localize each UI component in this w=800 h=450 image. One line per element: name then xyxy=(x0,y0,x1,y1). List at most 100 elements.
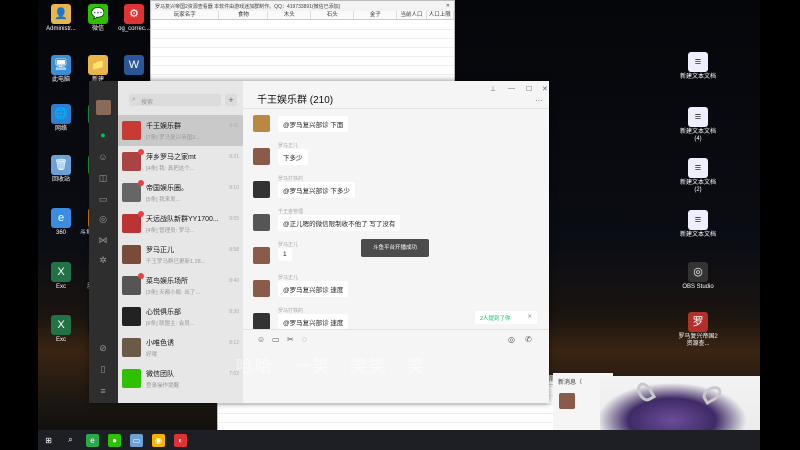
conversation-time: 9:05 xyxy=(229,216,239,222)
app-icon[interactable]: ◐ xyxy=(174,433,187,447)
avatar[interactable] xyxy=(253,214,270,231)
text-file-icon: ≡ xyxy=(688,158,708,178)
conversation-name: 罗马正儿 xyxy=(146,246,174,254)
message-bubble[interactable]: @正儿嗯的微信限制收不他了 写了没有 xyxy=(278,215,401,231)
message-bubble[interactable]: @罗马复兴部诊 速度 xyxy=(278,314,349,330)
conversation-list: ⌕ 搜索 + 千王娱乐群 [7条] 罗马复兴帝国2... 9:41 萍乡罗马之家mt [4… xyxy=(118,81,243,403)
conversation-item[interactable]: 千王娱乐群 [7条] 罗马复兴帝国2... 9:41 xyxy=(118,115,243,146)
right-letterbox xyxy=(760,0,800,450)
conversation-item[interactable]: 萍乡罗马之家mt [4条] 我: 真把这个... 9:21 xyxy=(118,146,243,177)
message-sender: 罗马正儿 xyxy=(278,275,299,281)
browser-icon[interactable]: e xyxy=(86,433,99,447)
message-bubble[interactable]: 1 xyxy=(278,248,292,261)
moments-icon[interactable]: ◎ xyxy=(96,212,110,226)
wechat-icon[interactable]: ● xyxy=(108,433,121,447)
pin-icon[interactable]: ⊥ xyxy=(490,85,496,93)
mention-notification[interactable]: 2人提到了你 ✕ xyxy=(475,311,537,324)
column-header: 人口上限 xyxy=(427,11,454,19)
channels-icon[interactable]: ✲ xyxy=(96,253,110,267)
unread-badge xyxy=(138,149,144,155)
resource-viewer-grid xyxy=(151,21,454,83)
phone-icon[interactable]: ▯ xyxy=(96,362,110,376)
conversation-item[interactable]: 心悦俱乐部 [6条] 联盟主: 会员... 8:30 xyxy=(118,301,243,332)
horn-right xyxy=(699,382,725,406)
desktop-icon-label: OBS Studio xyxy=(682,284,714,290)
conversation-item[interactable]: 菜鸟娱乐场所 [3条] 天都小贩: 出了... 8:40 xyxy=(118,270,243,301)
wechat-sidebar: ● ☺ ◫ ▭ ◎ ⋈ ✲ ⊘ ▯ ≡ xyxy=(89,81,118,403)
avatar[interactable] xyxy=(253,313,270,330)
app-icon: W xyxy=(124,55,144,75)
avatar xyxy=(122,273,144,295)
add-chat-button[interactable]: + xyxy=(225,94,237,106)
desktop-icon[interactable]: ≡ 新建文本文档 xyxy=(676,52,720,81)
conversation-text: 天远战队新群YY1700... [4条] 管理员: 罗马... xyxy=(146,214,229,234)
app-icon[interactable]: ◉ xyxy=(152,433,165,447)
message-bubble[interactable]: @罗马复兴部诊 下面 xyxy=(278,116,349,132)
search-icon[interactable]: ⌕ xyxy=(64,434,77,447)
chat-history-icon[interactable]: ◌ xyxy=(302,335,307,344)
chat-title: 千王娱乐群 (210) xyxy=(257,95,334,106)
conversation-name: 千王娱乐群 xyxy=(146,122,181,130)
resource-viewer-title: 罗马复兴帝国2资源查看器 本软件由游戏迷加群制作。QQ：419733891(微信… xyxy=(155,4,341,10)
avatar[interactable] xyxy=(253,247,270,264)
title-divider xyxy=(243,108,549,109)
message-bubble[interactable]: 下多少 xyxy=(278,149,308,165)
desktop-icon[interactable]: ◎ OBS Studio xyxy=(676,262,720,291)
menu-icon[interactable]: ≡ xyxy=(96,384,110,398)
chat-icon[interactable]: ● xyxy=(96,128,110,142)
favorites-icon[interactable]: ◫ xyxy=(96,171,110,185)
app-icon: 🌐 xyxy=(51,104,71,124)
avatar xyxy=(122,245,141,264)
close-icon[interactable]: ✕ xyxy=(542,85,548,93)
avatar[interactable] xyxy=(253,115,270,132)
folder-icon[interactable]: ▭ xyxy=(272,335,280,344)
message-sender: 罗马正儿 xyxy=(278,143,299,149)
desktop-icon-label: 新建文本文档 (2) xyxy=(679,180,716,193)
app-icon[interactable]: ▭ xyxy=(130,433,143,447)
voice-call-icon[interactable]: ◎ xyxy=(508,335,515,344)
conversation-name: 心悦俱乐部 xyxy=(146,308,181,316)
conversation-preview: [7条] 罗马复兴帝国2... xyxy=(146,134,200,141)
windows-start-icon[interactable]: ⊞ xyxy=(42,434,55,447)
minimize-icon[interactable]: — xyxy=(508,85,515,92)
app-icon: 🗑 xyxy=(51,155,71,175)
avatar[interactable] xyxy=(253,280,270,297)
avatar xyxy=(122,149,144,171)
conversation-item[interactable]: 天远战队新群YY1700... [4条] 管理员: 罗马... 9:05 xyxy=(118,208,243,239)
conversation-text: 罗马正儿千王罗马群已更新1.28... xyxy=(146,245,229,265)
files-icon[interactable]: ▭ xyxy=(96,192,110,206)
search-input[interactable]: ⌕ 搜索 xyxy=(129,94,221,106)
avatar[interactable] xyxy=(253,181,270,198)
taskbar: ⊞ ⌕ e ● ▭ ◉ ◐ xyxy=(38,430,760,450)
desktop-icon[interactable]: ≡ 新建文本文档 (2) xyxy=(676,158,720,194)
conversation-preview: 千王罗马群已更新1.28... xyxy=(146,258,206,265)
avatar xyxy=(122,369,141,388)
close-icon[interactable]: ✕ xyxy=(446,3,450,9)
more-icon[interactable]: ··· xyxy=(535,96,543,105)
column-header: 石头 xyxy=(311,11,355,19)
avatar xyxy=(559,393,575,409)
maximize-icon[interactable]: ☐ xyxy=(526,85,532,93)
avatar[interactable] xyxy=(96,100,111,115)
resource-viewer-window-top[interactable]: 罗马复兴帝国2资源查看器 本软件由游戏迷加群制作。QQ：419733891(微信… xyxy=(150,0,455,84)
emoji-icon[interactable]: ☺ xyxy=(257,335,265,344)
notification-text: 2人提到了你 xyxy=(480,316,511,322)
close-icon[interactable]: ✕ xyxy=(527,314,532,320)
conversation-item[interactable]: 微信团队 登录操作提醒 7:02 xyxy=(118,363,243,394)
message-bubble[interactable]: @罗马复兴部诊 下多少 xyxy=(278,182,355,198)
desktop-icon[interactable]: ≡ 新建文本文档 xyxy=(676,210,720,239)
message-bubble[interactable]: @罗马复兴部诊 速度 xyxy=(278,281,349,297)
conversation-item[interactable]: 帝国娱乐圈。 [5条] 我来发... 9:10 xyxy=(118,177,243,208)
message-sender: 罗马正儿 xyxy=(278,242,299,248)
avatar[interactable] xyxy=(253,148,270,165)
contacts-icon[interactable]: ☺ xyxy=(96,150,110,164)
conversation-item[interactable]: 罗马正儿 千王罗马群已更新1.28... 8:58 xyxy=(118,239,243,270)
scissors-icon[interactable]: ✂ xyxy=(287,335,294,344)
avatar xyxy=(122,338,141,357)
video-call-icon[interactable]: ✆ xyxy=(525,335,532,344)
miniprogram-icon[interactable]: ⋈ xyxy=(96,233,110,247)
conversation-item[interactable]: 小唯色诱 好哦 8:12 xyxy=(118,332,243,363)
desktop-icon[interactable]: 罗罗马复兴帝国2资源查... xyxy=(676,312,720,348)
miniprogram-panel-icon[interactable]: ⊘ xyxy=(96,341,110,355)
desktop-icon[interactable]: ≡ 新建文本文档 (4) xyxy=(676,107,720,143)
